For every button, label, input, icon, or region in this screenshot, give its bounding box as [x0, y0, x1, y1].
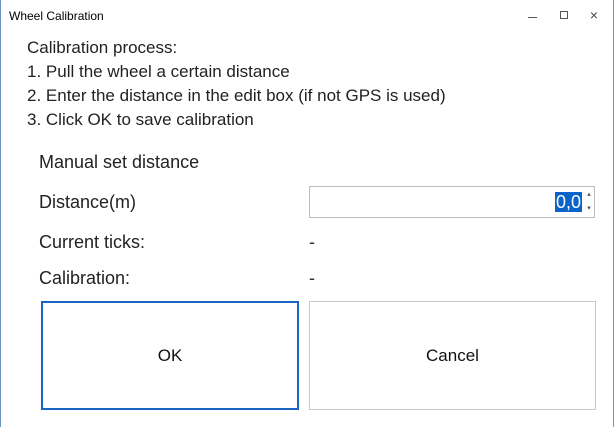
- ok-button-label: OK: [157, 345, 183, 365]
- cancel-button[interactable]: Cancel: [309, 301, 596, 410]
- spin-up-icon[interactable]: ▴: [587, 191, 591, 199]
- calibration-value: -: [309, 268, 315, 288]
- close-button[interactable]: ×: [577, 2, 611, 28]
- distance-label: Distance(m): [39, 192, 137, 212]
- manual-distance-section-label: Manual set distance: [39, 152, 200, 172]
- maximize-icon: [560, 11, 568, 19]
- wheel-calibration-window: Wheel Calibration × Calibration process:…: [0, 0, 614, 427]
- cancel-button-label: Cancel: [426, 345, 479, 365]
- current-ticks-value: -: [309, 232, 315, 252]
- ok-button[interactable]: OK: [41, 301, 299, 410]
- minimize-button[interactable]: [515, 2, 549, 28]
- calibration-instructions: Calibration process: 1. Pull the wheel a…: [27, 36, 446, 132]
- title-bar[interactable]: Wheel Calibration ×: [1, 0, 613, 28]
- minimize-icon: [527, 16, 537, 18]
- distance-input[interactable]: 0,0 ▴ ▾: [309, 186, 595, 218]
- instruction-step-1: 1. Pull the wheel a certain distance: [27, 62, 290, 81]
- spin-down-icon[interactable]: ▾: [587, 205, 591, 213]
- current-ticks-label: Current ticks:: [39, 232, 146, 252]
- maximize-button[interactable]: [547, 2, 581, 28]
- window-title: Wheel Calibration: [9, 9, 104, 23]
- close-icon: ×: [589, 7, 599, 23]
- instruction-step-2: 2. Enter the distance in the edit box (i…: [27, 86, 446, 105]
- distance-value: 0,0: [554, 192, 582, 212]
- instruction-step-3: 3. Click OK to save calibration: [27, 110, 254, 129]
- distance-spinner[interactable]: ▴ ▾: [585, 191, 593, 213]
- calibration-label: Calibration:: [39, 268, 131, 288]
- instructions-heading: Calibration process:: [27, 38, 178, 57]
